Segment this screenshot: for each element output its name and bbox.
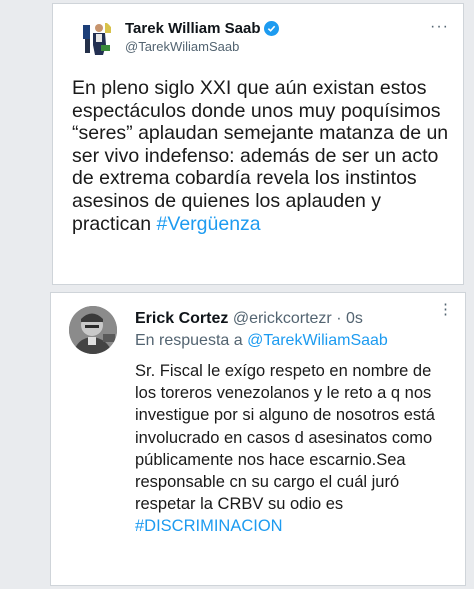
avatar[interactable] <box>69 306 117 354</box>
reply-header: Erick Cortez @erickcortezr · 0s <box>135 310 363 328</box>
hashtag-link[interactable]: #DISCRIMINACION <box>135 517 283 535</box>
replying-to: En respuesta a @TarekWiliamSaab <box>135 332 388 350</box>
more-options-icon[interactable]: ⋮ <box>438 302 453 317</box>
author-handle[interactable]: @TarekWiliamSaab <box>125 39 239 54</box>
timestamp[interactable]: 0s <box>346 310 363 327</box>
hashtag-link[interactable]: #Vergüenza <box>157 213 261 235</box>
more-options-icon[interactable]: ··· <box>430 18 449 36</box>
reply-text: Sr. Fiscal le exígo respeto en nombre de… <box>135 360 455 538</box>
avatar[interactable] <box>75 19 115 59</box>
reply-prefix: En respuesta a <box>135 332 248 349</box>
reply-card: Erick Cortez @erickcortezr · 0s ⋮ En res… <box>50 292 466 586</box>
separator: · <box>331 310 346 327</box>
reply-body: Sr. Fiscal le exígo respeto en nombre de… <box>135 362 435 514</box>
tweet-card: Tarek William Saab @TarekWiliamSaab ··· … <box>52 3 464 285</box>
tweet-text: En pleno siglo XXI que aún existan estos… <box>72 77 452 235</box>
mention-link[interactable]: @TarekWiliamSaab <box>247 332 388 349</box>
author-display-name[interactable]: Tarek William Saab <box>125 20 280 37</box>
tweet-body: En pleno siglo XXI que aún existan estos… <box>72 77 449 235</box>
reply-display-name[interactable]: Erick Cortez <box>135 310 228 327</box>
reply-handle[interactable]: @erickcortezr <box>233 310 332 327</box>
verified-badge-icon <box>264 21 280 36</box>
